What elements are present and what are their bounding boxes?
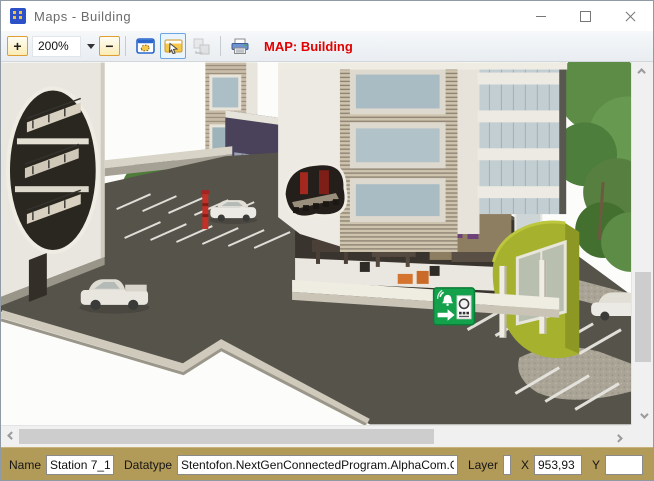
meeting-room-cutaway [284, 164, 346, 217]
select-mode-button[interactable] [160, 33, 186, 59]
glass-curtain-wall [477, 63, 566, 215]
horizontal-scroll-thumb[interactable] [19, 429, 434, 444]
chevron-down-icon[interactable] [87, 44, 95, 49]
name-field[interactable] [46, 455, 114, 475]
maximize-icon [580, 11, 591, 22]
print-button[interactable] [227, 33, 253, 59]
minimize-button[interactable] [518, 1, 563, 31]
scroll-down-button[interactable] [632, 407, 654, 425]
zoom-out-button[interactable]: − [99, 36, 120, 56]
arrange-objects-icon [192, 37, 211, 56]
zoom-level-combo[interactable]: 200% [32, 36, 95, 57]
chevron-down-icon [640, 410, 648, 418]
zoom-region-icon [136, 37, 155, 56]
x-label: X [521, 458, 529, 472]
object-status-bar: Name Datatype Layer X Y [1, 447, 653, 481]
zoom-in-button[interactable]: + [7, 36, 28, 56]
minimize-icon [536, 16, 546, 17]
arrange-objects-button [188, 33, 214, 59]
map-title-label: MAP: Building [264, 39, 353, 54]
toolbar-separator [220, 36, 221, 56]
maximize-button[interactable] [563, 1, 608, 31]
vertical-scroll-thumb[interactable] [635, 272, 651, 362]
chevron-left-icon [7, 431, 15, 439]
title-bar: Maps - Building [1, 1, 653, 31]
scrollbar-corner [629, 425, 653, 447]
printer-icon [230, 37, 250, 56]
name-label: Name [9, 458, 41, 472]
map-toolbar: + 200% − [1, 31, 653, 62]
scroll-left-button[interactable] [1, 426, 19, 448]
map-scene [1, 62, 631, 425]
toolbar-separator [125, 36, 126, 56]
map-canvas[interactable] [1, 62, 631, 425]
close-button[interactable] [608, 1, 653, 31]
chevron-right-icon [614, 434, 622, 442]
select-cursor-icon [164, 37, 183, 56]
intercom-station-icon[interactable] [434, 288, 475, 325]
station-faceplate [457, 296, 471, 319]
zoom-region-button[interactable] [132, 33, 158, 59]
window-title: Maps - Building [34, 9, 131, 24]
chevron-up-icon [637, 68, 645, 76]
facade-windows [350, 69, 446, 223]
datatype-label: Datatype [124, 458, 172, 472]
close-icon [625, 11, 636, 22]
scroll-up-button[interactable] [632, 62, 654, 80]
app-building-icon [10, 8, 26, 24]
y-label: Y [592, 458, 600, 472]
horizontal-scrollbar[interactable] [1, 425, 629, 447]
building-left [1, 63, 105, 306]
maps-window: Maps - Building + 200% − [0, 0, 654, 481]
fire-hydrant [201, 190, 209, 229]
layer-field[interactable] [503, 455, 511, 475]
datatype-field[interactable] [177, 455, 458, 475]
vertical-scrollbar[interactable] [631, 62, 653, 425]
zoom-level-value[interactable]: 200% [32, 36, 81, 57]
scroll-right-button[interactable] [611, 426, 629, 448]
x-field[interactable] [534, 455, 582, 475]
layer-label: Layer [468, 458, 498, 472]
y-field[interactable] [605, 455, 643, 475]
